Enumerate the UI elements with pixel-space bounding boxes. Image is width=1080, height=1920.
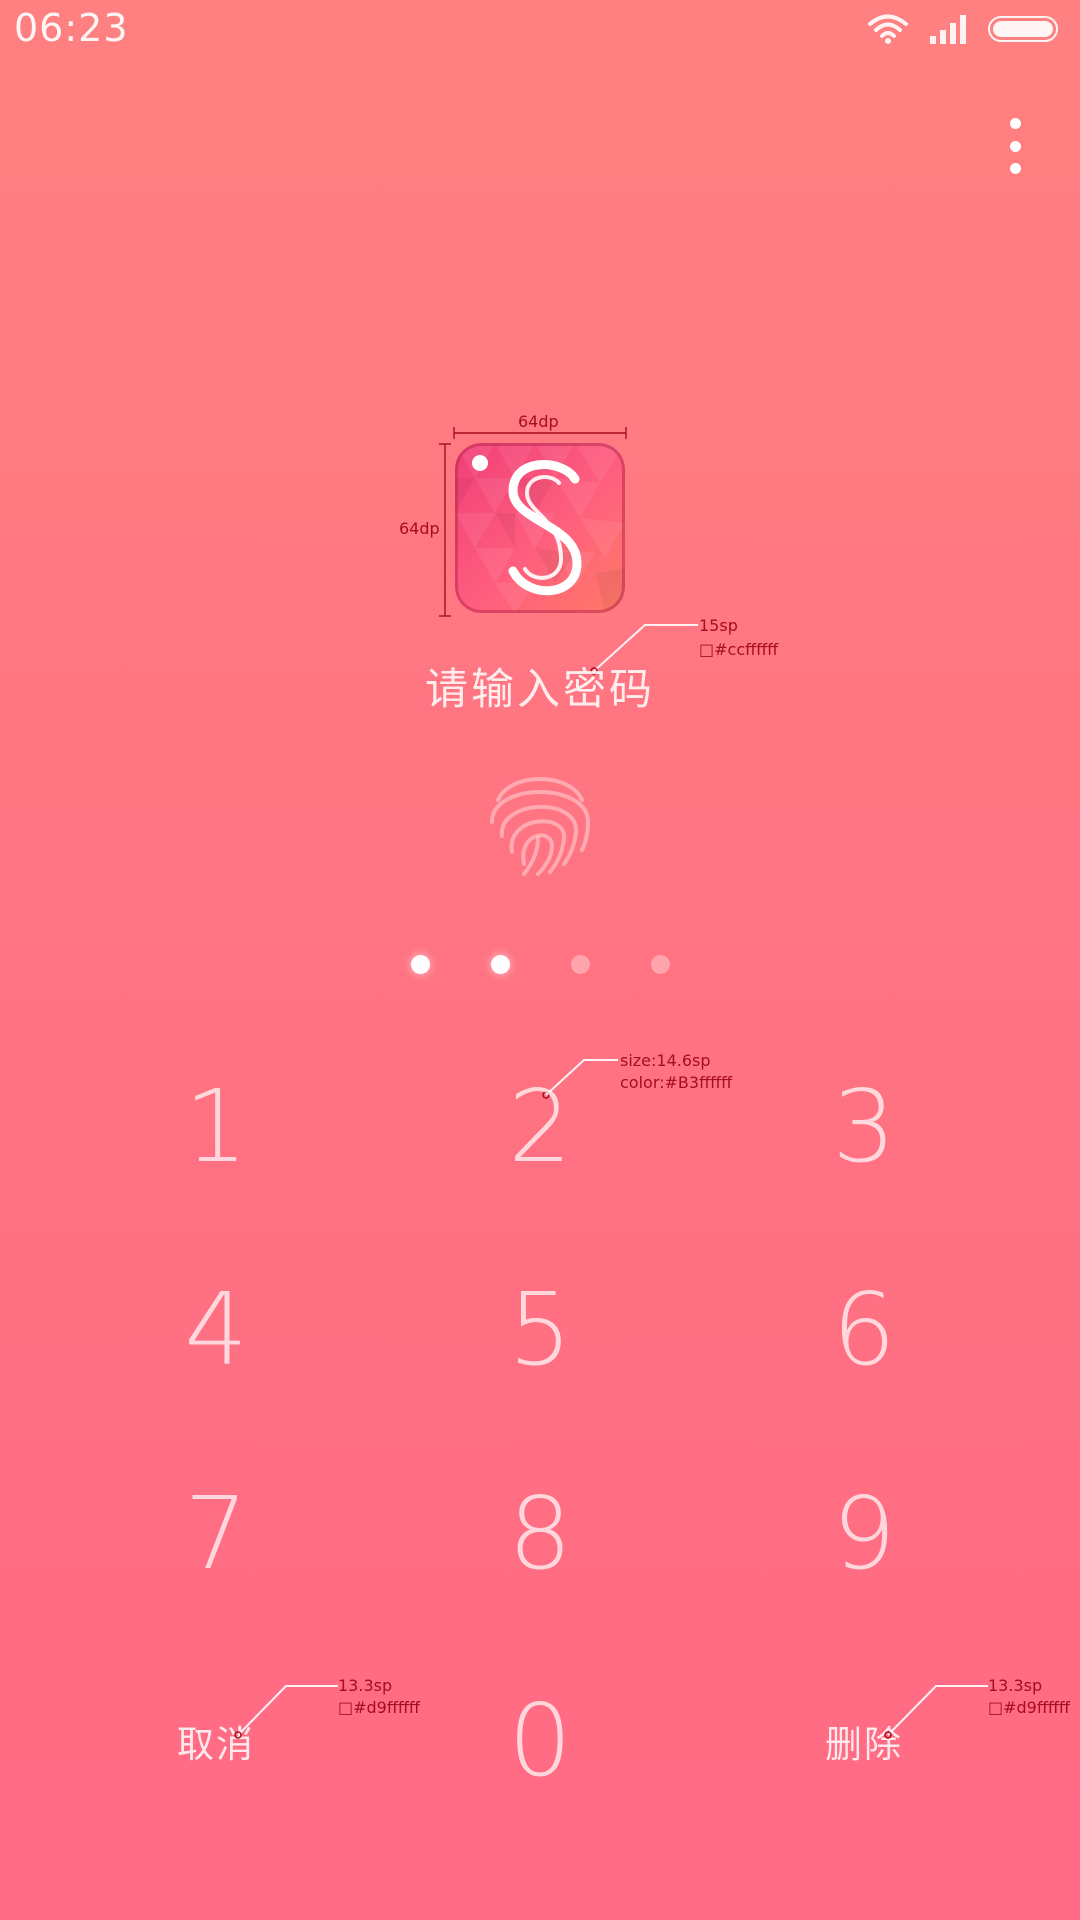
key-2[interactable]: 2 — [440, 1062, 640, 1192]
pin-dot — [651, 955, 670, 974]
battery-icon — [988, 16, 1058, 42]
delete-color-annotation: □#d9ffffff — [988, 1698, 1070, 1717]
key-label: 5 — [508, 1271, 572, 1388]
key-6[interactable]: 6 — [764, 1265, 964, 1395]
signal-icon — [930, 15, 966, 44]
fingerprint-icon[interactable] — [480, 760, 600, 880]
key-4[interactable]: 4 — [116, 1265, 316, 1395]
cancel-size-annotation: 13.3sp — [338, 1676, 393, 1695]
cancel-annotation-line — [234, 1685, 338, 1739]
icon-height-annotation: 64dp — [399, 519, 440, 538]
delete-annotation-line — [884, 1685, 988, 1739]
key-label: 7 — [184, 1475, 248, 1592]
key-label: 6 — [832, 1271, 896, 1388]
cancel-color-annotation: □#d9ffffff — [338, 1698, 420, 1717]
pin-dot — [571, 955, 590, 974]
key-0[interactable]: 0 — [440, 1676, 640, 1806]
key-label: 1 — [184, 1068, 248, 1185]
status-icons — [868, 12, 1058, 46]
more-vert-icon[interactable] — [1000, 118, 1030, 174]
pin-dot — [411, 955, 430, 974]
pin-indicator — [0, 955, 1080, 975]
key-5[interactable]: 5 — [440, 1265, 640, 1395]
app-icon — [455, 443, 625, 613]
key-label: 8 — [508, 1475, 572, 1592]
key-1[interactable]: 1 — [116, 1062, 316, 1192]
key-9[interactable]: 9 — [764, 1469, 964, 1599]
key-label: 2 — [508, 1068, 572, 1185]
wifi-icon — [868, 14, 908, 44]
key-label: 0 — [508, 1682, 572, 1799]
key-3[interactable]: 3 — [764, 1062, 964, 1192]
key-label: 4 — [184, 1271, 248, 1388]
key-7[interactable]: 7 — [116, 1469, 316, 1599]
delete-size-annotation: 13.3sp — [988, 1676, 1043, 1695]
icon-width-annotation: 64dp — [518, 412, 559, 431]
password-prompt: 请输入密码 — [425, 665, 655, 715]
key-8[interactable]: 8 — [440, 1469, 640, 1599]
key-label: 3 — [832, 1068, 896, 1185]
prompt-size-annotation: 15sp — [699, 616, 738, 635]
status-time: 06:23 — [14, 6, 129, 50]
key-label: 9 — [832, 1475, 896, 1592]
pin-dot — [491, 955, 510, 974]
